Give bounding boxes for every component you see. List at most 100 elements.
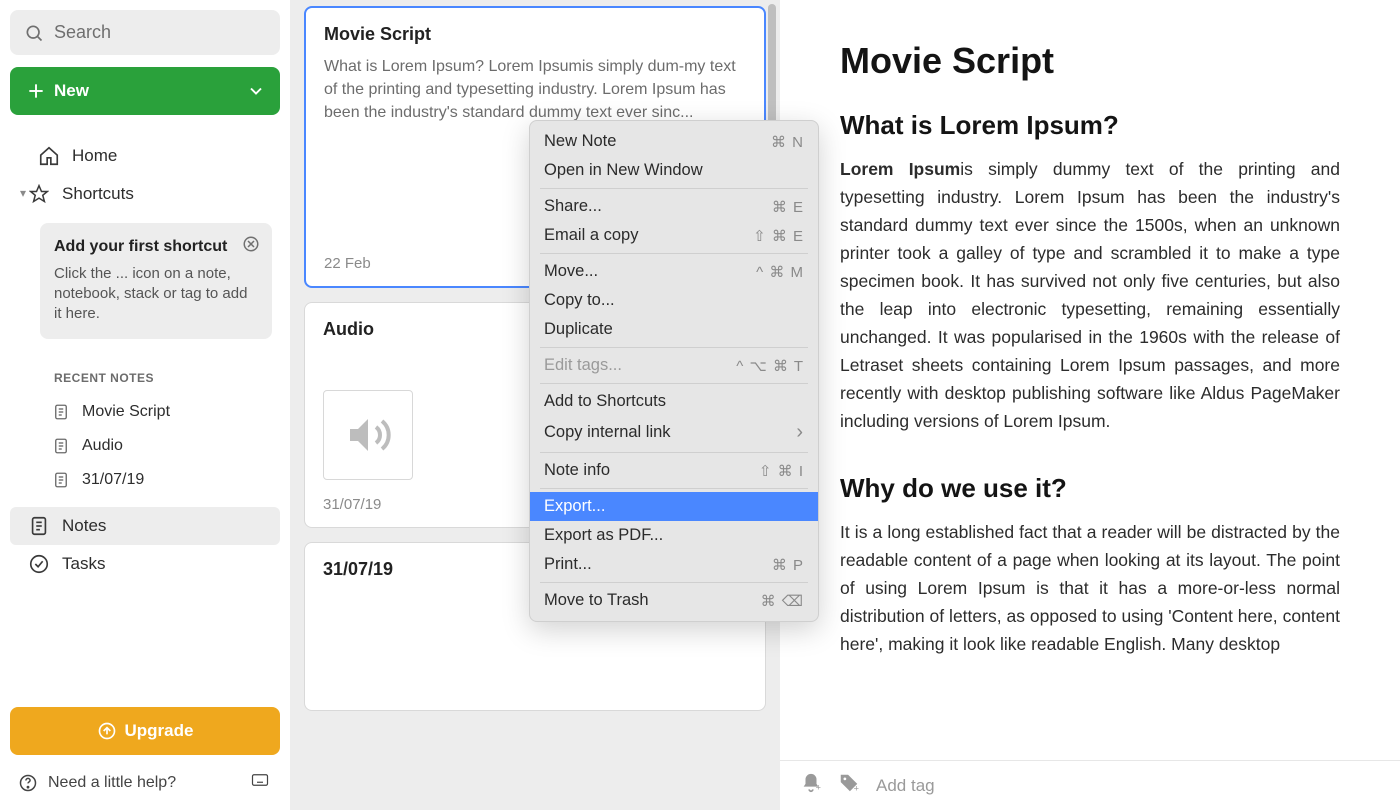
- sidebar-item-notes[interactable]: Notes: [10, 507, 280, 545]
- tag-input[interactable]: Add tag: [876, 776, 935, 796]
- menu-item[interactable]: Open in New Window: [530, 156, 818, 185]
- menu-item-label: Move...: [544, 262, 598, 281]
- menu-shortcut: ⇧ ⌘ I: [759, 462, 804, 480]
- new-button[interactable]: New: [10, 67, 280, 115]
- menu-shortcut: ⌘ N: [771, 133, 804, 151]
- menu-item[interactable]: Duplicate: [530, 315, 818, 344]
- recent-note-item[interactable]: 31/07/19: [10, 463, 280, 497]
- svg-text:+: +: [854, 783, 859, 793]
- menu-item[interactable]: Add to Shortcuts: [530, 387, 818, 416]
- menu-item[interactable]: New Note ⌘ N: [530, 127, 818, 156]
- menu-item-label: Export...: [544, 497, 605, 516]
- recent-notes-header: RECENT NOTES: [40, 365, 280, 391]
- menu-item[interactable]: Share... ⌘ E: [530, 192, 818, 221]
- bold-text: Lorem Ipsum: [840, 159, 960, 179]
- svg-text:+: +: [816, 782, 821, 792]
- note-title: Movie Script: [840, 40, 1340, 82]
- menu-item[interactable]: Move to Trash ⌘ ⌫: [530, 586, 818, 615]
- chevron-right-icon: ›: [796, 421, 804, 444]
- paragraph-text: is simply dummy text of the printing and…: [840, 159, 1340, 431]
- section-heading: What is Lorem Ipsum?: [840, 110, 1340, 141]
- chevron-down-icon: ▾: [20, 186, 26, 200]
- note-editor: Movie Script What is Lorem Ipsum? Lorem …: [780, 0, 1400, 810]
- search-field[interactable]: Search: [10, 10, 280, 55]
- menu-item-label: Share...: [544, 197, 602, 216]
- menu-item-label: Duplicate: [544, 320, 613, 339]
- menu-item-label: Add to Shortcuts: [544, 392, 666, 411]
- menu-item[interactable]: Copy internal link ›: [530, 416, 818, 449]
- notes-tasks-group: Notes Tasks: [10, 507, 280, 583]
- chevron-down-icon: [246, 81, 266, 101]
- upgrade-icon: [97, 721, 117, 741]
- card-preview: What is Lorem Ipsum? Lorem Ipsumis simpl…: [324, 55, 746, 125]
- nav-label: Notes: [62, 516, 106, 536]
- menu-item: Edit tags... ^ ⌥ ⌘ T: [530, 351, 818, 380]
- upgrade-button[interactable]: Upgrade: [10, 707, 280, 755]
- menu-shortcut: ⇧ ⌘ E: [753, 227, 804, 245]
- plus-icon: [26, 81, 46, 101]
- recent-notes-list: Movie Script Audio 31/07/19: [10, 395, 280, 497]
- menu-item-label: Email a copy: [544, 226, 638, 245]
- menu-item[interactable]: Export...: [530, 492, 818, 521]
- tag-icon[interactable]: +: [838, 772, 860, 799]
- menu-shortcut: ⌘ P: [772, 556, 804, 574]
- menu-shortcut: ⌘ ⌫: [761, 592, 804, 610]
- sidebar-item-home[interactable]: Home: [10, 137, 280, 175]
- close-icon[interactable]: [242, 235, 260, 258]
- tag-bar: + + Add tag: [780, 760, 1400, 810]
- card-title: Add your first shortcut: [54, 237, 258, 258]
- keyboard-icon[interactable]: [248, 771, 272, 794]
- search-label: Search: [54, 22, 111, 43]
- recent-note-item[interactable]: Movie Script: [10, 395, 280, 429]
- menu-item-label: Edit tags...: [544, 356, 622, 375]
- menu-item[interactable]: Email a copy ⇧ ⌘ E: [530, 221, 818, 250]
- menu-item[interactable]: Note info ⇧ ⌘ I: [530, 456, 818, 485]
- menu-item[interactable]: Move... ^ ⌘ M: [530, 257, 818, 286]
- paragraph: It is a long established fact that a rea…: [840, 518, 1340, 658]
- section-heading: Why do we use it?: [840, 473, 1340, 504]
- recent-label: Audio: [82, 437, 123, 455]
- menu-item-label: Copy internal link: [544, 423, 671, 442]
- search-icon: [24, 23, 44, 43]
- note-icon: [52, 403, 70, 421]
- editor-content[interactable]: Movie Script What is Lorem Ipsum? Lorem …: [780, 0, 1400, 658]
- recent-note-item[interactable]: Audio: [10, 429, 280, 463]
- reminder-icon[interactable]: +: [800, 772, 822, 799]
- audio-thumbnail: [323, 390, 413, 480]
- sidebar-item-shortcuts[interactable]: ▾ Shortcuts: [10, 175, 280, 213]
- help-label: Need a little help?: [48, 774, 176, 792]
- new-label: New: [54, 81, 89, 101]
- menu-item-label: Move to Trash: [544, 591, 649, 610]
- menu-item-label: Print...: [544, 555, 592, 574]
- menu-item-label: Export as PDF...: [544, 526, 663, 545]
- menu-shortcut: ^ ⌘ M: [756, 263, 804, 281]
- card-title: Movie Script: [324, 24, 746, 45]
- menu-shortcut: ^ ⌥ ⌘ T: [736, 357, 804, 375]
- menu-item-label: New Note: [544, 132, 616, 151]
- menu-item[interactable]: Print... ⌘ P: [530, 550, 818, 579]
- menu-item-label: Copy to...: [544, 291, 615, 310]
- card-body: Click the ... icon on a note, notebook, …: [54, 264, 258, 325]
- context-menu: New Note ⌘ N Open in New Window Share... ⌘ E…: [529, 120, 819, 622]
- menu-item-label: Note info: [544, 461, 610, 480]
- shortcut-tip-card: Add your first shortcut Click the ... ic…: [40, 223, 272, 339]
- tasks-icon: [28, 553, 50, 575]
- help-row: Need a little help?: [10, 765, 280, 800]
- menu-item[interactable]: Copy to...: [530, 286, 818, 315]
- menu-shortcut: ⌘ E: [772, 198, 804, 216]
- nav-label: Tasks: [62, 554, 105, 574]
- paragraph: Lorem Ipsumis simply dummy text of the p…: [840, 155, 1340, 435]
- sidebar: Search New Home ▾ Shortcuts Add your fir…: [0, 0, 290, 810]
- note-icon: [52, 437, 70, 455]
- sidebar-item-tasks[interactable]: Tasks: [10, 545, 280, 583]
- upgrade-label: Upgrade: [125, 721, 194, 741]
- menu-item[interactable]: Export as PDF...: [530, 521, 818, 550]
- nav-label: Shortcuts: [62, 184, 134, 204]
- notes-icon: [28, 515, 50, 537]
- menu-item-label: Open in New Window: [544, 161, 703, 180]
- help-link[interactable]: Need a little help?: [18, 773, 176, 793]
- nav-label: Home: [72, 146, 117, 166]
- note-icon: [52, 471, 70, 489]
- star-icon: [28, 183, 50, 205]
- recent-label: Movie Script: [82, 403, 170, 421]
